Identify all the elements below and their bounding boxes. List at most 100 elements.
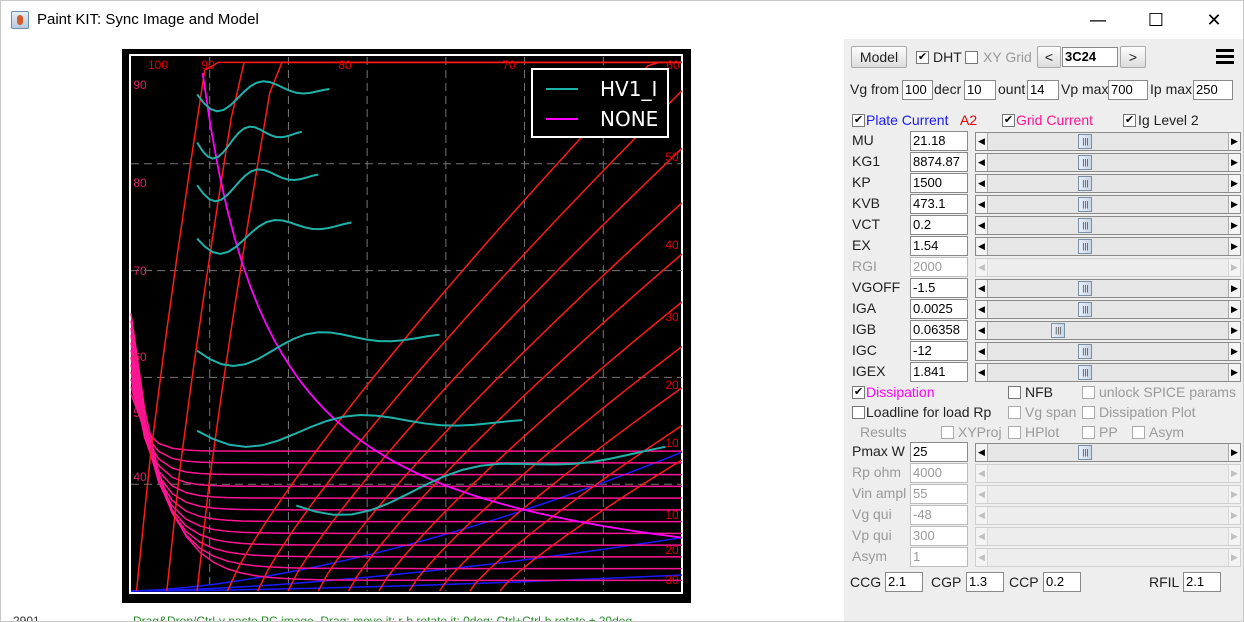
slider-left-arrow-icon[interactable]: ◀ bbox=[976, 322, 988, 339]
slider-thumb[interactable]: ||| bbox=[1078, 365, 1093, 380]
hplot-checkbox[interactable] bbox=[1008, 426, 1021, 439]
slider-thumb[interactable]: ||| bbox=[1078, 445, 1093, 460]
minimize-button[interactable]: — bbox=[1069, 1, 1127, 39]
slider-left-arrow-icon[interactable]: ◀ bbox=[976, 175, 988, 192]
prev-tube-button[interactable]: < bbox=[1037, 46, 1061, 68]
vin-ampl-field[interactable]: 55 bbox=[910, 484, 968, 504]
igex-slider[interactable]: ◀ ▶ ||| bbox=[975, 363, 1241, 382]
kvb-field[interactable]: 473.1 bbox=[910, 194, 968, 214]
rfil-field[interactable]: 2.1 bbox=[1183, 572, 1221, 592]
dissipation-checkbox[interactable]: ✔ bbox=[852, 386, 865, 399]
vg-qui-slider[interactable]: ◀ ▶ bbox=[975, 506, 1241, 525]
next-tube-button[interactable]: > bbox=[1120, 46, 1146, 68]
slider-left-arrow-icon[interactable]: ◀ bbox=[976, 549, 988, 566]
igc-field[interactable]: -12 bbox=[910, 341, 968, 361]
ccg-field[interactable]: 2.1 bbox=[885, 572, 923, 592]
vg-span-checkbox[interactable] bbox=[1008, 406, 1021, 419]
slider-right-arrow-icon[interactable]: ▶ bbox=[1228, 364, 1240, 381]
slider-left-arrow-icon[interactable]: ◀ bbox=[976, 528, 988, 545]
slider-left-arrow-icon[interactable]: ◀ bbox=[976, 133, 988, 150]
rp-ohm-field[interactable]: 4000 bbox=[910, 463, 968, 483]
vgoff-slider[interactable]: ◀ ▶ ||| bbox=[975, 279, 1241, 298]
slider-left-arrow-icon[interactable]: ◀ bbox=[976, 444, 988, 461]
slider-right-arrow-icon[interactable]: ▶ bbox=[1228, 301, 1240, 318]
slider-thumb[interactable]: ||| bbox=[1078, 239, 1093, 254]
slider-right-arrow-icon[interactable]: ▶ bbox=[1228, 133, 1240, 150]
slider-right-arrow-icon[interactable]: ▶ bbox=[1228, 175, 1240, 192]
dissipation-plot-checkbox[interactable] bbox=[1082, 406, 1095, 419]
xygrid-checkbox[interactable] bbox=[965, 51, 978, 64]
slider-thumb[interactable]: ||| bbox=[1078, 197, 1093, 212]
slider-right-arrow-icon[interactable]: ▶ bbox=[1228, 238, 1240, 255]
hamburger-menu-icon[interactable] bbox=[1214, 47, 1236, 67]
slider-right-arrow-icon[interactable]: ▶ bbox=[1228, 343, 1240, 360]
slider-thumb[interactable]: ||| bbox=[1078, 218, 1093, 233]
rgi-field[interactable]: 2000 bbox=[910, 257, 968, 277]
slider-left-arrow-icon[interactable]: ◀ bbox=[976, 259, 988, 276]
slider-left-arrow-icon[interactable]: ◀ bbox=[976, 486, 988, 503]
slider-right-arrow-icon[interactable]: ▶ bbox=[1228, 280, 1240, 297]
slider-right-arrow-icon[interactable]: ▶ bbox=[1228, 549, 1240, 566]
slider-left-arrow-icon[interactable]: ◀ bbox=[976, 154, 988, 171]
slider-right-arrow-icon[interactable]: ▶ bbox=[1228, 528, 1240, 545]
image-canvas-area[interactable]: 100 90 80 70 60 50 40 30 20 10 10 20 30 90 80 70 60 50 40 H… bbox=[1, 39, 844, 621]
slider-right-arrow-icon[interactable]: ▶ bbox=[1228, 196, 1240, 213]
kp-field[interactable]: 1500 bbox=[910, 173, 968, 193]
rp-ohm-slider[interactable]: ◀ ▶ bbox=[975, 464, 1241, 483]
slider-right-arrow-icon[interactable]: ▶ bbox=[1228, 465, 1240, 482]
slider-right-arrow-icon[interactable]: ▶ bbox=[1228, 154, 1240, 171]
slider-thumb[interactable]: ||| bbox=[1078, 155, 1093, 170]
tube-curve-plot[interactable]: 100 90 80 70 60 50 40 30 20 10 10 20 30 90 80 70 60 50 40 H… bbox=[122, 49, 691, 603]
vg-qui-field[interactable]: -48 bbox=[910, 505, 968, 525]
pmax-w-slider[interactable]: ◀ ▶ ||| bbox=[975, 443, 1241, 462]
nfb-checkbox[interactable] bbox=[1008, 386, 1021, 399]
slider-right-arrow-icon[interactable]: ▶ bbox=[1228, 444, 1240, 461]
vp-qui-slider[interactable]: ◀ ▶ bbox=[975, 527, 1241, 546]
kp-slider[interactable]: ◀ ▶ ||| bbox=[975, 174, 1241, 193]
kg1-slider[interactable]: ◀ ▶ ||| bbox=[975, 153, 1241, 172]
slider-thumb[interactable]: ||| bbox=[1078, 134, 1093, 149]
pmax-w-field[interactable]: 25 bbox=[910, 442, 968, 462]
igb-field[interactable]: 0.06358 bbox=[910, 320, 968, 340]
decr-field[interactable]: 10 bbox=[964, 80, 996, 100]
maximize-button[interactable]: ☐ bbox=[1127, 1, 1185, 39]
slider-left-arrow-icon[interactable]: ◀ bbox=[976, 465, 988, 482]
vct-slider[interactable]: ◀ ▶ ||| bbox=[975, 216, 1241, 235]
model-button[interactable]: Model bbox=[851, 46, 907, 68]
vct-field[interactable]: 0.2 bbox=[910, 215, 968, 235]
iga-field[interactable]: 0.0025 bbox=[910, 299, 968, 319]
slider-thumb[interactable]: ||| bbox=[1078, 344, 1093, 359]
slider-right-arrow-icon[interactable]: ▶ bbox=[1228, 322, 1240, 339]
slider-left-arrow-icon[interactable]: ◀ bbox=[976, 343, 988, 360]
slider-left-arrow-icon[interactable]: ◀ bbox=[976, 364, 988, 381]
mu-field[interactable]: 21.18 bbox=[910, 131, 968, 151]
asym-field[interactable]: 1 bbox=[910, 547, 968, 567]
ex-field[interactable]: 1.54 bbox=[910, 236, 968, 256]
slider-left-arrow-icon[interactable]: ◀ bbox=[976, 217, 988, 234]
slider-thumb[interactable]: ||| bbox=[1078, 281, 1093, 296]
igb-slider[interactable]: ◀ ▶ ||| bbox=[975, 321, 1241, 340]
slider-left-arrow-icon[interactable]: ◀ bbox=[976, 301, 988, 318]
rgi-slider[interactable]: ◀ ▶ bbox=[975, 258, 1241, 277]
slider-left-arrow-icon[interactable]: ◀ bbox=[976, 507, 988, 524]
iga-slider[interactable]: ◀ ▶ ||| bbox=[975, 300, 1241, 319]
dht-checkbox[interactable]: ✔ bbox=[916, 51, 929, 64]
unlock-spice-checkbox[interactable] bbox=[1082, 386, 1095, 399]
slider-right-arrow-icon[interactable]: ▶ bbox=[1228, 507, 1240, 524]
kvb-slider[interactable]: ◀ ▶ ||| bbox=[975, 195, 1241, 214]
tube-name-field[interactable]: 3C24 bbox=[1062, 47, 1118, 67]
kg1-field[interactable]: 8874.87 bbox=[910, 152, 968, 172]
slider-thumb[interactable]: ||| bbox=[1078, 176, 1093, 191]
ig-level2-checkbox[interactable]: ✔ bbox=[1123, 114, 1136, 127]
ex-slider[interactable]: ◀ ▶ ||| bbox=[975, 237, 1241, 256]
slider-right-arrow-icon[interactable]: ▶ bbox=[1228, 217, 1240, 234]
slider-left-arrow-icon[interactable]: ◀ bbox=[976, 196, 988, 213]
vg-from-field[interactable]: 100 bbox=[902, 80, 933, 100]
mu-slider[interactable]: ◀ ▶ ||| bbox=[975, 132, 1241, 151]
asym-slider[interactable]: ◀ ▶ bbox=[975, 548, 1241, 567]
ip-max-field[interactable]: 250 bbox=[1193, 80, 1233, 100]
close-button[interactable]: ✕ bbox=[1185, 1, 1243, 39]
vin-ampl-slider[interactable]: ◀ ▶ bbox=[975, 485, 1241, 504]
slider-thumb[interactable]: ||| bbox=[1078, 302, 1093, 317]
count-field[interactable]: 14 bbox=[1027, 80, 1059, 100]
